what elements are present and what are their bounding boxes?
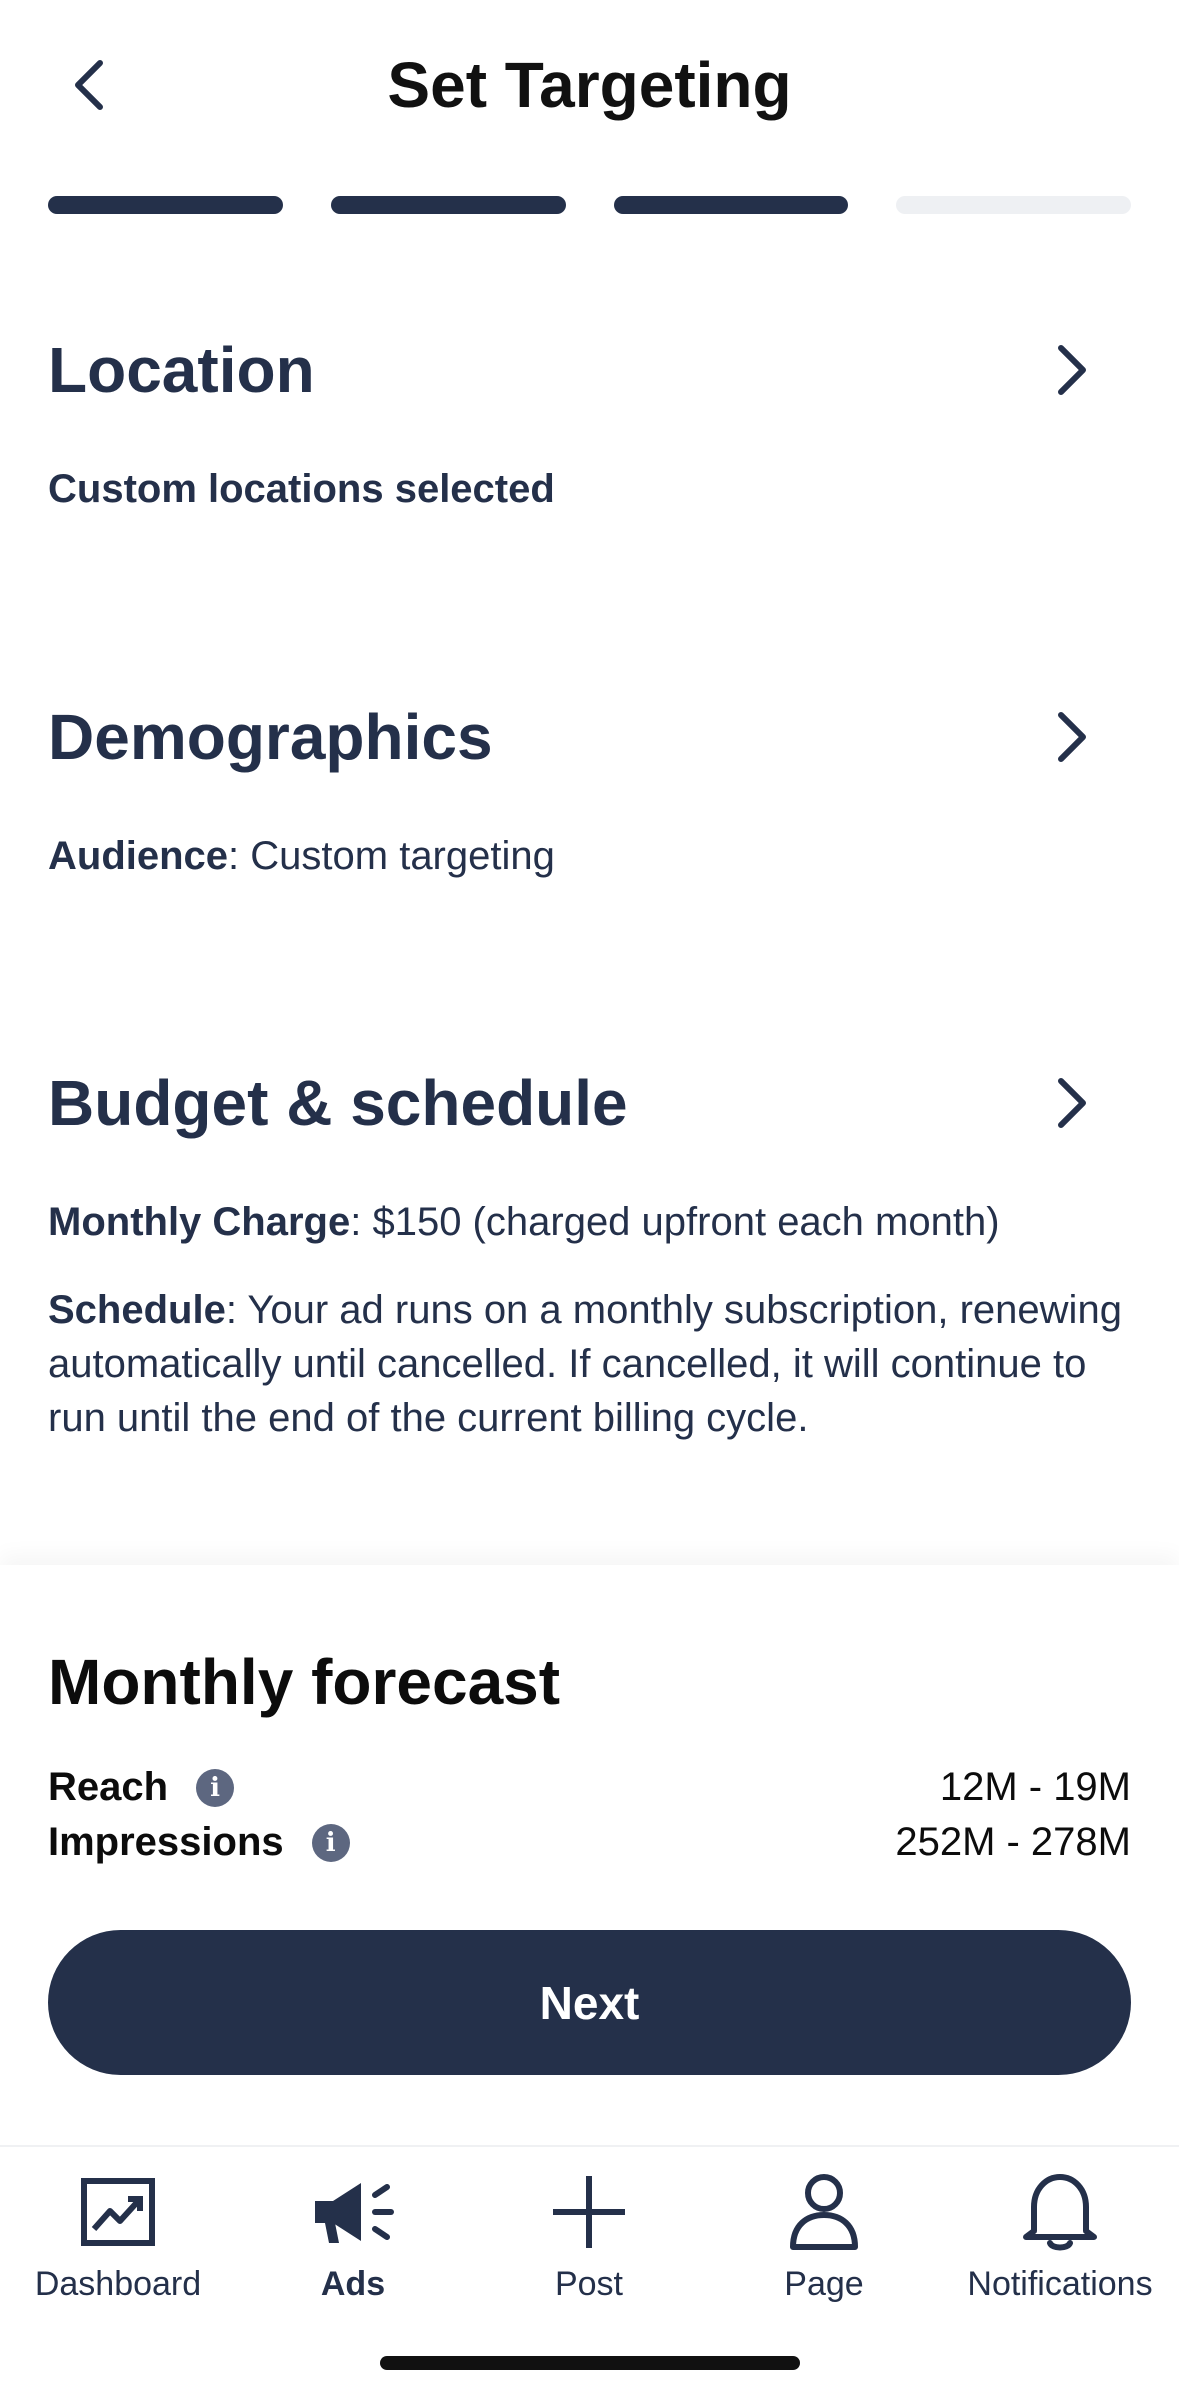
step-progress — [48, 196, 1131, 214]
tab-label: Notifications — [967, 2265, 1153, 2303]
budget-header[interactable]: Budget & schedule — [48, 1063, 1131, 1143]
budget-chevron[interactable] — [1041, 1073, 1101, 1133]
reach-value: 12M - 19M — [939, 1765, 1131, 1809]
tab-label: Ads — [320, 2265, 386, 2303]
progress-step-3 — [613, 196, 849, 214]
demographics-header[interactable]: Demographics — [48, 697, 1131, 777]
charge-label: Monthly Charge — [48, 1200, 351, 1244]
chevron-right-icon — [1058, 712, 1086, 762]
audience-value: : Custom targeting — [228, 834, 555, 878]
schedule-label: Schedule — [48, 1288, 226, 1332]
demographics-title: Demographics — [48, 701, 493, 773]
progress-step-4 — [896, 196, 1131, 214]
megaphone-icon — [315, 2183, 394, 2243]
reach-label: Reach — [48, 1765, 169, 1809]
demographics-section[interactable]: Demographics Audience: Custom targeting — [48, 697, 1131, 883]
tab-label: Dashboard — [34, 2265, 202, 2303]
progress-step-2 — [330, 196, 566, 214]
progress-step-1 — [48, 196, 283, 214]
location-summary: Custom locations selected — [48, 467, 555, 511]
forecast-title: Monthly forecast — [48, 1646, 561, 1718]
location-title: Location — [48, 334, 315, 406]
tab-ads[interactable]: Ads — [253, 2167, 453, 2304]
person-icon — [790, 2174, 858, 2250]
demographics-chevron[interactable] — [1041, 707, 1101, 767]
tab-page[interactable]: Page — [724, 2167, 924, 2304]
monthly-charge: Monthly Charge: $150 (charged upfront ea… — [48, 1195, 1131, 1249]
plus-icon — [553, 2176, 625, 2248]
audience-summary: Audience: Custom targeting — [48, 829, 1131, 883]
chart-icon — [81, 2178, 155, 2246]
charge-value: : $150 (charged upfront each month) — [350, 1200, 1000, 1244]
impressions-label: Impressions — [48, 1820, 284, 1864]
tab-notifications[interactable]: Notifications — [960, 2167, 1160, 2304]
tab-dashboard[interactable]: Dashboard — [18, 2167, 218, 2304]
location-header[interactable]: Location — [48, 330, 1131, 410]
schedule-text: Schedule: Your ad runs on a monthly subs… — [48, 1283, 1131, 1445]
impressions-row: Impressions i 252M - 278M — [48, 1820, 1131, 1876]
budget-title: Budget & schedule — [48, 1067, 628, 1139]
audience-label: Audience — [48, 834, 229, 878]
chevron-right-icon — [1058, 1078, 1086, 1128]
info-icon[interactable]: i — [311, 1823, 350, 1862]
location-chevron[interactable] — [1041, 340, 1101, 400]
tab-label: Page — [784, 2265, 864, 2303]
tab-post[interactable]: Post — [489, 2167, 689, 2304]
budget-section[interactable]: Budget & schedule Monthly Charge: $150 (… — [48, 1063, 1131, 1445]
tab-label: Post — [554, 2265, 624, 2303]
next-button[interactable]: Next — [48, 1930, 1131, 2075]
reach-row: Reach i 12M - 19M — [48, 1765, 1131, 1821]
home-indicator — [380, 2356, 800, 2370]
page-title: Set Targeting — [387, 49, 792, 121]
location-section[interactable]: Location Custom locations selected — [48, 330, 1131, 516]
chevron-right-icon — [1058, 345, 1086, 395]
header: Set Targeting — [0, 0, 1179, 180]
bell-icon — [1023, 2174, 1097, 2251]
impressions-value: 252M - 278M — [895, 1820, 1131, 1864]
info-icon[interactable]: i — [196, 1768, 235, 1807]
